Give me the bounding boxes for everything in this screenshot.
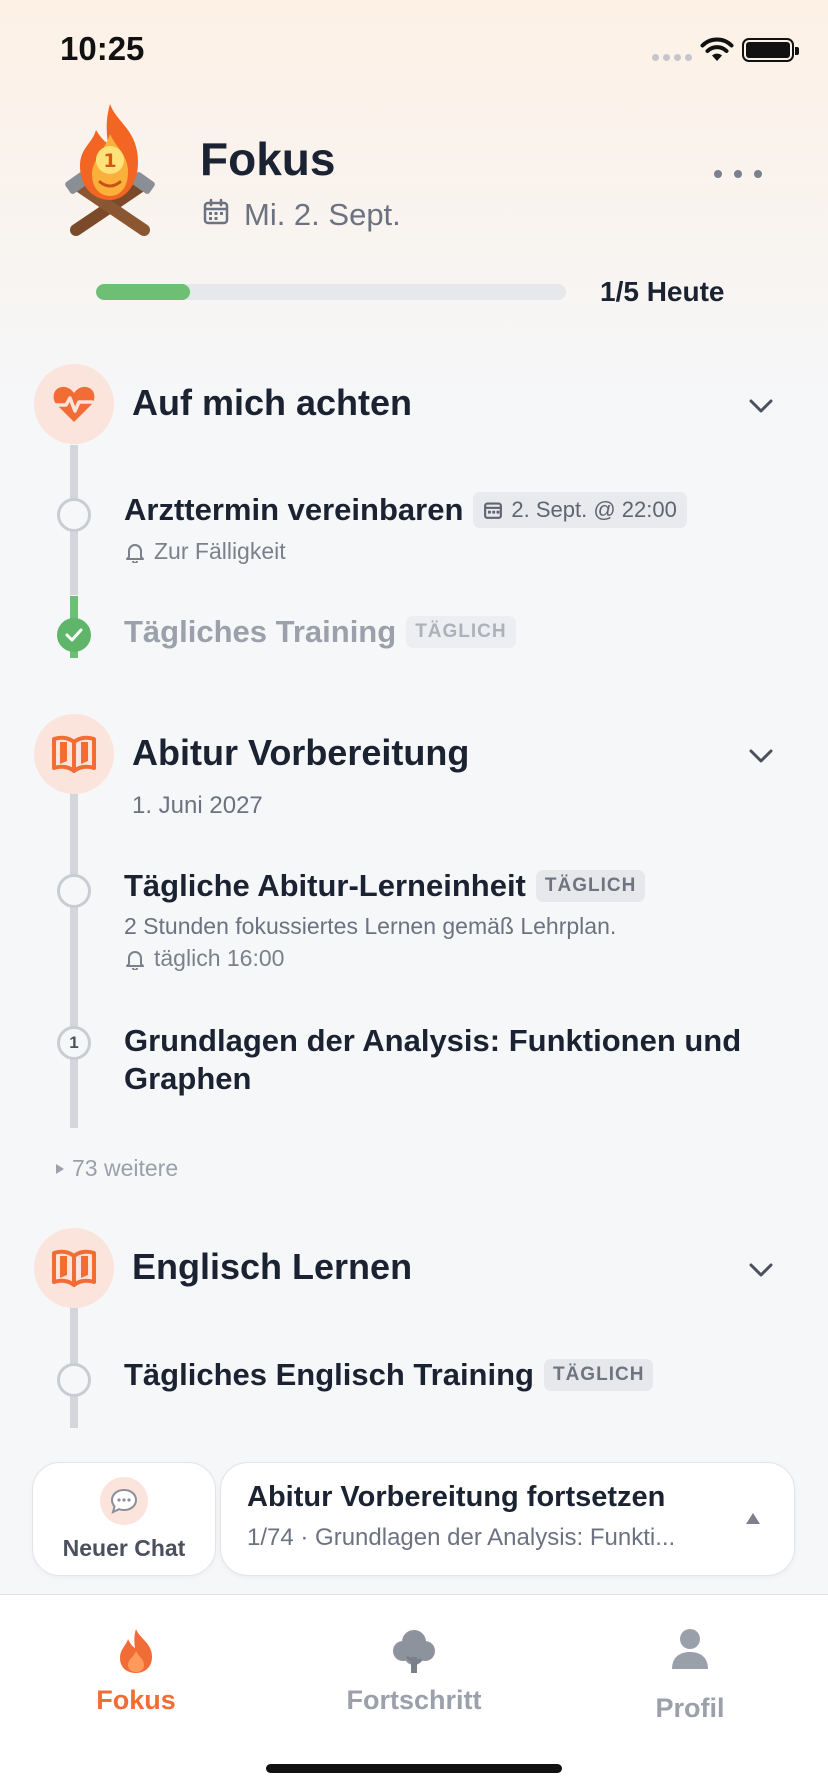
daily-badge: TÄGLICH <box>406 616 516 648</box>
tab-bar: Fokus Fortschritt Profil <box>0 1594 828 1792</box>
task-item[interactable]: Tägliches Training TÄGLICH <box>124 614 516 650</box>
home-indicator <box>266 1764 562 1773</box>
open-book-icon <box>52 735 96 773</box>
bell-icon <box>126 543 144 563</box>
task-checkbox[interactable] <box>57 1363 91 1397</box>
step-title-line: Grundlagen der Analysis: Funktionen und <box>124 1023 742 1058</box>
caret-right-icon <box>56 1163 64 1174</box>
cellular-signal-icon <box>652 54 692 62</box>
svg-text:1: 1 <box>103 150 116 172</box>
task-checkbox[interactable] <box>57 874 91 908</box>
checkmark-icon <box>65 628 83 642</box>
task-title: Tägliche Abitur-Lerneinheit <box>124 868 526 903</box>
tab-label: Profil <box>655 1693 725 1723</box>
group-icon-abitur <box>34 714 114 794</box>
step-number[interactable]: 1 <box>57 1026 91 1060</box>
group-title[interactable]: Abitur Vorbereitung <box>132 732 469 774</box>
task-item[interactable]: Arzttermin vereinbaren 2. Sept. @ 22:00 <box>124 492 687 528</box>
continue-subtitle: 1/74 · Grundlagen der Analysis: Funkti..… <box>247 1524 676 1551</box>
task-description: 2 Stunden fokussiertes Lernen gemäß Lehr… <box>124 913 617 939</box>
reminder-text: Zur Fälligkeit <box>154 538 286 564</box>
calendar-icon <box>484 502 503 519</box>
wifi-icon <box>700 37 734 61</box>
battery-icon <box>742 38 799 62</box>
caret-up-icon <box>746 1513 760 1524</box>
show-more-label: 73 weitere <box>72 1155 179 1181</box>
group-icon-health <box>34 364 114 444</box>
tab-label: Fokus <box>96 1685 176 1715</box>
due-date-text: 2. Sept. @ 22:00 <box>511 497 677 522</box>
continue-title: Abitur Vorbereitung fortsetzen <box>247 1481 666 1513</box>
heart-pulse-icon <box>53 386 95 422</box>
daily-progress-bar <box>96 284 566 300</box>
person-icon <box>672 1629 708 1669</box>
daily-badge: TÄGLICH <box>543 1359 654 1391</box>
chevron-down-icon[interactable] <box>748 1262 774 1278</box>
calendar-icon <box>203 198 229 225</box>
page-title: Fokus <box>200 133 336 185</box>
show-more-link[interactable]: 73 weitere <box>56 1155 178 1182</box>
tab-profil[interactable]: Profil <box>630 1627 750 1724</box>
open-book-icon <box>52 1249 96 1287</box>
group-title[interactable]: Auf mich achten <box>132 382 412 424</box>
task-checkbox[interactable] <box>57 498 91 532</box>
group-title[interactable]: Englisch Lernen <box>132 1246 412 1288</box>
task-reminder: täglich 16:00 <box>124 945 284 972</box>
tree-icon <box>393 1630 435 1673</box>
tab-fortschritt[interactable]: Fortschritt <box>332 1627 496 1716</box>
step-title-line: Graphen <box>124 1061 252 1096</box>
daily-progress-label: 1/5 Heute <box>600 276 725 307</box>
chevron-down-icon[interactable] <box>748 748 774 764</box>
daily-badge: TÄGLICH <box>535 870 646 902</box>
flame-icon <box>120 1629 152 1673</box>
campfire-logo-icon: 1 <box>65 104 155 236</box>
group-icon-english <box>34 1228 114 1308</box>
tab-label: Fortschritt <box>346 1685 482 1715</box>
timeline-rail <box>70 793 78 1128</box>
more-options-button[interactable] <box>714 160 762 188</box>
task-item[interactable]: Tägliche Abitur-Lerneinheit TÄGLICH <box>124 868 646 904</box>
chat-bubble-icon <box>100 1476 148 1525</box>
status-time: 10:25 <box>60 30 145 67</box>
group-deadline: 1. Juni 2027 <box>132 792 263 819</box>
task-title: Tägliches Englisch Training <box>124 1357 534 1392</box>
tab-fokus[interactable]: Fokus <box>76 1627 196 1716</box>
page-date: Mi. 2. Sept. <box>244 197 401 232</box>
new-chat-label: Neuer Chat <box>62 1534 186 1561</box>
step-title[interactable]: Grundlagen der Analysis: Funktionen und … <box>124 1022 741 1098</box>
reminder-text: täglich 16:00 <box>154 945 285 971</box>
task-reminder: Zur Fälligkeit <box>124 538 286 565</box>
due-date-badge: 2. Sept. @ 22:00 <box>473 492 687 528</box>
bell-icon <box>126 950 144 970</box>
task-item[interactable]: Tägliches Englisch Training TÄGLICH <box>124 1357 654 1393</box>
task-title: Tägliches Training <box>124 614 397 649</box>
chevron-down-icon[interactable] <box>748 398 774 414</box>
daily-progress-fill <box>96 284 190 300</box>
task-title: Arzttermin vereinbaren <box>124 492 464 527</box>
new-chat-button[interactable]: Neuer Chat <box>32 1462 216 1576</box>
continue-goal-button[interactable]: Abitur Vorbereitung fortsetzen 1/74 · Gr… <box>220 1462 795 1576</box>
task-checkbox-checked[interactable] <box>57 618 91 652</box>
